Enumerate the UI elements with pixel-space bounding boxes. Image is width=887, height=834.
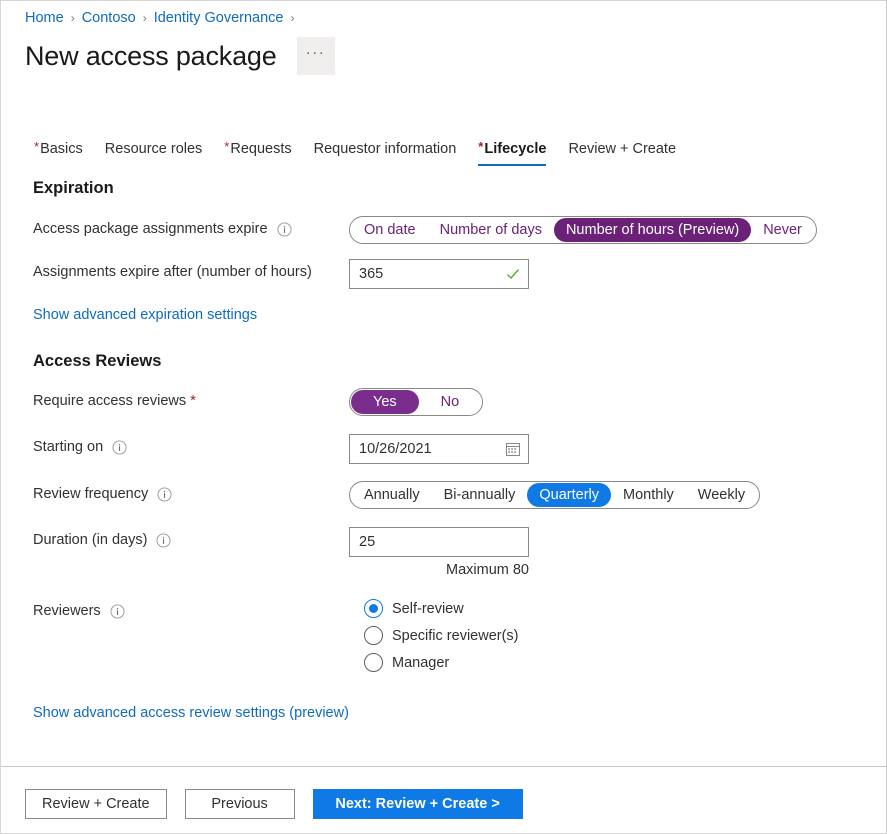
choice-on-date[interactable]: On date (352, 218, 428, 242)
title-row: New access package ··· (25, 37, 335, 75)
label-starting-on: Starting on (33, 434, 349, 457)
required-asterisk: * (190, 391, 196, 411)
choice-annually[interactable]: Annually (352, 483, 432, 507)
required-asterisk: * (224, 139, 229, 154)
breadcrumb-separator-icon: › (290, 12, 294, 24)
footer-button-row: Review + Create Previous Next: Review + … (25, 789, 523, 819)
section-title-expiration: Expiration (33, 179, 886, 198)
show-advanced-expiration-settings-link[interactable]: Show advanced expiration settings (33, 307, 257, 323)
wizard-tabs: *Basics Resource roles *Requests Request… (23, 134, 687, 166)
breadcrumb: Home › Contoso › Identity Governance › (25, 8, 301, 28)
duration-field[interactable] (349, 527, 529, 557)
choice-quarterly[interactable]: Quarterly (527, 483, 611, 507)
choice-number-of-days[interactable]: Number of days (428, 218, 554, 242)
field-row-starting-on: Starting on (33, 434, 886, 464)
review-create-button[interactable]: Review + Create (25, 789, 167, 819)
field-row-require-access-reviews: Require access reviews * Yes No (33, 388, 886, 416)
duration-max-hint: Maximum 80 (349, 562, 529, 578)
wizard-footer: Review + Create Previous Next: Review + … (1, 767, 886, 833)
tab-label: Requestor information (314, 141, 457, 157)
radio-label: Specific reviewer(s) (392, 628, 519, 644)
choice-never[interactable]: Never (751, 218, 814, 242)
breadcrumb-separator-icon: › (143, 12, 147, 24)
info-icon[interactable] (112, 440, 127, 455)
starting-on-field[interactable] (349, 434, 529, 464)
label-assignments-expire: Access package assignments expire (33, 216, 349, 239)
choice-weekly[interactable]: Weekly (686, 483, 757, 507)
review-frequency-choice-group: Annually Bi-annually Quarterly Monthly W… (349, 481, 760, 509)
require-access-reviews-toggle: Yes No (349, 388, 483, 416)
lifecycle-form: Expiration Access package assignments ex… (1, 179, 886, 722)
breadcrumb-item-home[interactable]: Home (25, 10, 64, 26)
assignments-expire-choice-group: On date Number of days Number of hours (… (349, 216, 817, 244)
label-expire-after: Assignments expire after (number of hour… (33, 259, 349, 282)
radio-self-review[interactable]: Self-review (364, 599, 519, 618)
required-asterisk: * (34, 139, 39, 154)
breadcrumb-separator-icon: › (71, 12, 75, 24)
label-require-access-reviews: Require access reviews * (33, 388, 349, 411)
tab-resource-roles[interactable]: Resource roles (94, 140, 214, 166)
expire-after-input[interactable] (350, 260, 528, 288)
label-duration: Duration (in days) (33, 527, 349, 550)
tab-review-create[interactable]: Review + Create (557, 140, 687, 166)
tab-label: Requests (230, 141, 291, 157)
label-reviewers: Reviewers (33, 598, 349, 621)
tab-label: Resource roles (105, 141, 203, 157)
tab-basics[interactable]: *Basics (23, 140, 94, 166)
expire-after-field[interactable] (349, 259, 529, 289)
duration-input[interactable] (350, 528, 528, 556)
info-icon[interactable] (157, 487, 172, 502)
label-review-frequency: Review frequency (33, 481, 349, 504)
info-icon[interactable] (277, 222, 292, 237)
calendar-icon[interactable] (505, 441, 521, 457)
next-review-create-button[interactable]: Next: Review + Create > (313, 789, 523, 819)
previous-button[interactable]: Previous (185, 789, 295, 819)
tab-requestor-information[interactable]: Requestor information (303, 140, 468, 166)
field-row-expire-after: Assignments expire after (number of hour… (33, 259, 886, 289)
radio-mark-icon (364, 599, 383, 618)
info-icon[interactable] (110, 604, 125, 619)
toggle-yes[interactable]: Yes (351, 390, 419, 414)
breadcrumb-item-contoso[interactable]: Contoso (82, 10, 136, 26)
more-options-button[interactable]: ··· (297, 37, 335, 75)
toggle-no[interactable]: No (419, 390, 482, 414)
radio-manager[interactable]: Manager (364, 653, 519, 672)
field-row-assignments-expire: Access package assignments expire On dat… (33, 216, 886, 244)
tab-label: Review + Create (568, 141, 676, 157)
radio-mark-icon (364, 653, 383, 672)
radio-mark-icon (364, 626, 383, 645)
field-row-reviewers: Reviewers Self-review Specific reviewer(… (33, 598, 886, 672)
radio-label: Self-review (392, 601, 464, 617)
starting-on-input[interactable] (350, 435, 528, 463)
choice-monthly[interactable]: Monthly (611, 483, 686, 507)
access-package-blade: Home › Contoso › Identity Governance › N… (0, 0, 887, 834)
section-title-access-reviews: Access Reviews (33, 352, 886, 371)
radio-specific-reviewers[interactable]: Specific reviewer(s) (364, 626, 519, 645)
show-advanced-access-review-settings-link[interactable]: Show advanced access review settings (pr… (33, 705, 349, 721)
field-row-duration: Duration (in days) Maximum 80 (33, 527, 886, 578)
tab-label: Basics (40, 141, 83, 157)
choice-bi-annually[interactable]: Bi-annually (432, 483, 528, 507)
reviewers-radio-group: Self-review Specific reviewer(s) Manager (364, 598, 519, 672)
radio-label: Manager (392, 655, 449, 671)
info-icon[interactable] (156, 533, 171, 548)
choice-number-of-hours-preview[interactable]: Number of hours (Preview) (554, 218, 751, 242)
breadcrumb-item-identity-governance[interactable]: Identity Governance (154, 10, 284, 26)
required-asterisk: * (478, 139, 483, 154)
field-row-review-frequency: Review frequency Annually Bi-annually Qu… (33, 481, 886, 509)
page-title: New access package (25, 41, 277, 72)
tab-lifecycle[interactable]: *Lifecycle (467, 140, 557, 166)
tab-requests[interactable]: *Requests (213, 140, 302, 166)
tab-label: Lifecycle (484, 141, 546, 157)
